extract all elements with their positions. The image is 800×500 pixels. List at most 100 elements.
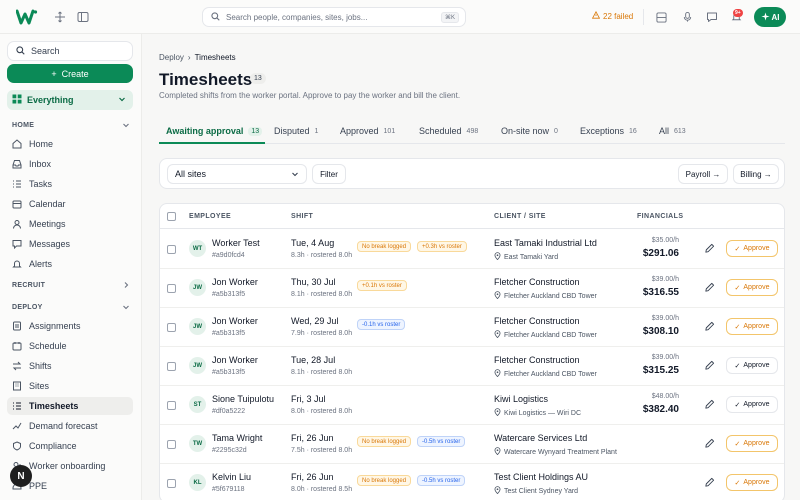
col-financials[interactable]: FINANCIALS xyxy=(637,213,683,220)
user-avatar[interactable]: N xyxy=(10,465,32,487)
client-name[interactable]: Fletcher Construction xyxy=(494,316,580,326)
failed-indicator[interactable]: 22 failed xyxy=(591,10,634,21)
check-icon: ✓ xyxy=(734,401,741,409)
sidebar-search[interactable]: Search xyxy=(7,41,133,61)
row-checkbox[interactable] xyxy=(167,479,176,488)
employee-name[interactable]: Jon Worker xyxy=(212,277,258,287)
approve-button[interactable]: ✓ Approve xyxy=(726,396,778,413)
client-name[interactable]: Fletcher Construction xyxy=(494,277,580,287)
client-name[interactable]: Fletcher Construction xyxy=(494,355,580,365)
table-row[interactable]: JW Jon Worker #a5b313f5 Tue, 28 Jul 8.1h · r… xyxy=(160,347,784,386)
approve-button[interactable]: ✓ Approve xyxy=(726,240,778,257)
client-name[interactable]: Kiwi Logistics xyxy=(494,394,548,404)
sidebar-item-calendar[interactable]: Calendar xyxy=(7,195,133,213)
client-name[interactable]: Watercare Services Ltd xyxy=(494,433,587,443)
failed-label: 22 failed xyxy=(603,11,634,21)
edit-icon[interactable] xyxy=(704,399,716,411)
select-all-checkbox[interactable] xyxy=(167,212,176,221)
employee-name[interactable]: Tama Wright xyxy=(212,433,262,443)
table-row[interactable]: ST Sione Tuipulotu #df0a5222 Fri, 3 Jul 8.0h… xyxy=(160,386,784,425)
sidebar-item-alerts[interactable]: Alerts xyxy=(7,255,133,273)
approve-button[interactable]: ✓ Approve xyxy=(726,435,778,452)
workspace-switcher[interactable]: Everything xyxy=(7,90,133,110)
hourly-rate: $48.00/h xyxy=(651,393,679,400)
edit-icon[interactable] xyxy=(704,477,716,489)
sidebar-item-inbox[interactable]: Inbox xyxy=(7,155,133,173)
row-checkbox[interactable] xyxy=(167,362,176,371)
sidebar-item-assignments[interactable]: Assignments xyxy=(7,317,133,335)
sidebar-item-messages[interactable]: Messages xyxy=(7,235,133,253)
sidebar-item-schedule[interactable]: Schedule xyxy=(7,337,133,355)
site-select[interactable]: All sites xyxy=(167,164,307,184)
table-row[interactable]: JW Jon Worker #a5b313f5 Thu, 30 Jul 8.1h · r… xyxy=(160,269,784,308)
approve-button[interactable]: ✓ Approve xyxy=(726,474,778,491)
sidebar-item-label: Schedule xyxy=(29,341,67,351)
tab-exceptions[interactable]: Exceptions 16 xyxy=(580,126,637,136)
client-name[interactable]: Test Client Holdings AU xyxy=(494,472,588,482)
employee-name[interactable]: Jon Worker xyxy=(212,355,258,365)
tab-scheduled[interactable]: Scheduled 498 xyxy=(419,126,478,136)
payroll-button[interactable]: Payroll → xyxy=(678,164,728,184)
approve-button[interactable]: ✓ Approve xyxy=(726,318,778,335)
table-row[interactable]: JW Jon Worker #a5b313f5 Wed, 29 Jul 7.9h · r… xyxy=(160,308,784,347)
ai-assistant-button[interactable]: AI xyxy=(754,7,786,27)
employee-name[interactable]: Sione Tuipulotu xyxy=(212,394,274,404)
edit-icon[interactable] xyxy=(704,321,716,333)
create-button[interactable]: + Create xyxy=(7,64,133,83)
approve-label: Approve xyxy=(743,440,770,447)
sidebar-item-meetings[interactable]: Meetings xyxy=(7,215,133,233)
sidebar-item-compliance[interactable]: Compliance xyxy=(7,437,133,455)
tab-all[interactable]: All 613 xyxy=(659,126,686,136)
billing-button[interactable]: Billing → xyxy=(733,164,779,184)
sidebar-item-timesheets[interactable]: Timesheets xyxy=(7,397,133,415)
layout-icon[interactable] xyxy=(654,10,668,24)
section-deploy[interactable]: DEPLOY xyxy=(12,304,130,311)
row-checkbox[interactable] xyxy=(167,323,176,332)
global-search-input[interactable]: Search people, companies, sites, jobs...… xyxy=(202,7,466,27)
edit-icon[interactable] xyxy=(704,360,716,372)
section-home[interactable]: HOME xyxy=(12,122,130,129)
sidebar-item-label: Tasks xyxy=(29,179,53,189)
table-row[interactable]: KL Kelvin Liu #5f679118 Fri, 26 Jun 8.0h · r… xyxy=(160,464,784,500)
move-icon[interactable] xyxy=(53,10,67,24)
tab-on-site-now[interactable]: On-site now 0 xyxy=(501,126,558,136)
sidebar-item-demand-forecast[interactable]: Demand forecast xyxy=(7,417,133,435)
row-checkbox[interactable] xyxy=(167,401,176,410)
sidebar-toggle-icon[interactable] xyxy=(76,10,90,24)
col-client[interactable]: CLIENT / SITE xyxy=(494,213,546,220)
sidebar-item-tasks[interactable]: Tasks xyxy=(7,175,133,193)
row-checkbox[interactable] xyxy=(167,245,176,254)
table-row[interactable]: WT Worker Test #a9d0fcd4 Tue, 4 Aug 8.3h · r… xyxy=(160,230,784,269)
employee-name[interactable]: Worker Test xyxy=(212,238,260,248)
col-employee[interactable]: EMPLOYEE xyxy=(189,213,231,220)
sparkle-icon xyxy=(760,11,770,23)
tab-approved[interactable]: Approved 101 xyxy=(340,126,395,136)
row-checkbox[interactable] xyxy=(167,284,176,293)
row-checkbox[interactable] xyxy=(167,440,176,449)
tab-awaiting-approval[interactable]: Awaiting approval 13 xyxy=(166,126,263,136)
approve-button[interactable]: ✓ Approve xyxy=(726,279,778,296)
approve-label: Approve xyxy=(743,284,770,291)
employee-name[interactable]: Kelvin Liu xyxy=(212,472,251,482)
filter-button[interactable]: Filter xyxy=(312,164,346,184)
employee-name[interactable]: Jon Worker xyxy=(212,316,258,326)
app-logo[interactable] xyxy=(15,9,38,25)
edit-icon[interactable] xyxy=(704,282,716,294)
sidebar-item-sites[interactable]: Sites xyxy=(7,377,133,395)
breadcrumb-parent[interactable]: Deploy xyxy=(159,53,184,62)
tab-disputed[interactable]: Disputed 1 xyxy=(274,126,318,136)
col-shift[interactable]: SHIFT xyxy=(291,213,313,220)
edit-icon[interactable] xyxy=(704,243,716,255)
demand-icon xyxy=(12,421,22,431)
sidebar-item-home[interactable]: Home xyxy=(7,135,133,153)
location-pin-icon xyxy=(494,447,501,457)
table-row[interactable]: TW Tama Wright #2295c32d Fri, 26 Jun 7.5h · … xyxy=(160,425,784,464)
client-name[interactable]: East Tamaki Industrial Ltd xyxy=(494,238,597,248)
edit-icon[interactable] xyxy=(704,438,716,450)
approve-button[interactable]: ✓ Approve xyxy=(726,357,778,374)
sidebar-item-shifts[interactable]: Shifts xyxy=(7,357,133,375)
chat-icon[interactable] xyxy=(705,10,719,24)
timesheets-icon xyxy=(12,401,22,411)
section-recruit[interactable]: RECRUIT xyxy=(12,282,130,289)
microphone-icon[interactable] xyxy=(680,10,694,24)
